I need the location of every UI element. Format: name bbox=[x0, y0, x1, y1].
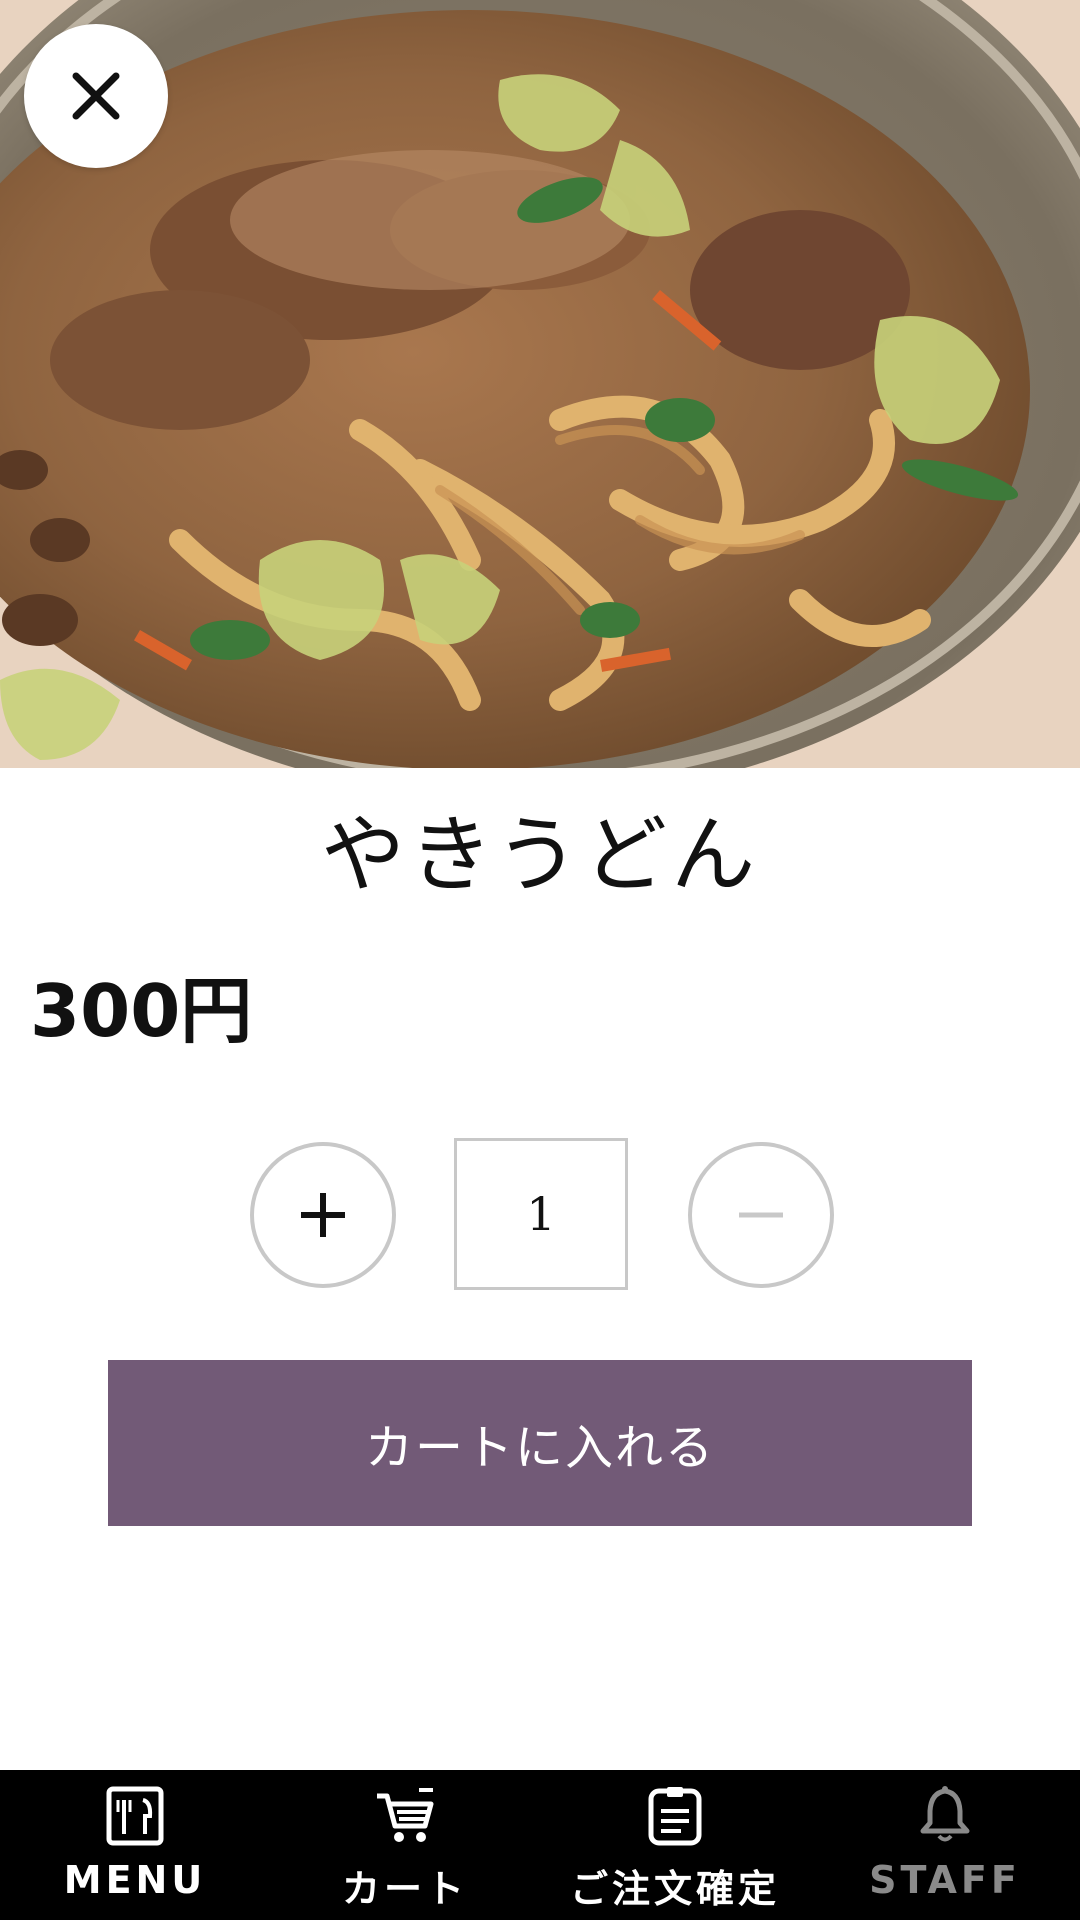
product-image bbox=[0, 0, 1080, 768]
menu-icon bbox=[103, 1784, 167, 1848]
decrement-button[interactable] bbox=[688, 1142, 834, 1288]
nav-item-order-confirm[interactable]: ご注文確定 bbox=[540, 1770, 810, 1920]
increment-button[interactable] bbox=[250, 1142, 396, 1288]
quantity-field[interactable]: 1 bbox=[454, 1138, 628, 1290]
product-title: やきうどん bbox=[320, 806, 760, 904]
bell-icon bbox=[913, 1784, 977, 1848]
close-button[interactable] bbox=[24, 24, 168, 168]
add-to-cart-button[interactable]: カートに入れる bbox=[108, 1360, 972, 1526]
nav-label-order-confirm: ご注文確定 bbox=[569, 1867, 780, 1911]
nav-label-cart: カート bbox=[341, 1867, 468, 1911]
nav-label-menu: MENU bbox=[63, 1858, 207, 1902]
product-detail-page: やきうどん 300円 1 カートに入れる MENU カート ご注文確定 STAF… bbox=[0, 0, 1080, 1920]
nav-item-cart[interactable]: カート bbox=[270, 1770, 540, 1920]
product-price: 300円 bbox=[30, 969, 253, 1053]
nav-label-staff: STAFF bbox=[869, 1858, 1021, 1902]
bottom-nav: MENU カート ご注文確定 STAFF bbox=[0, 1770, 1080, 1920]
minus-icon bbox=[739, 1212, 783, 1218]
cart-icon bbox=[373, 1784, 437, 1848]
order-confirm-icon bbox=[643, 1784, 707, 1848]
nav-item-staff[interactable]: STAFF bbox=[810, 1770, 1080, 1920]
close-icon bbox=[72, 72, 120, 120]
nav-item-menu[interactable]: MENU bbox=[0, 1770, 270, 1920]
plus-icon bbox=[301, 1193, 345, 1237]
